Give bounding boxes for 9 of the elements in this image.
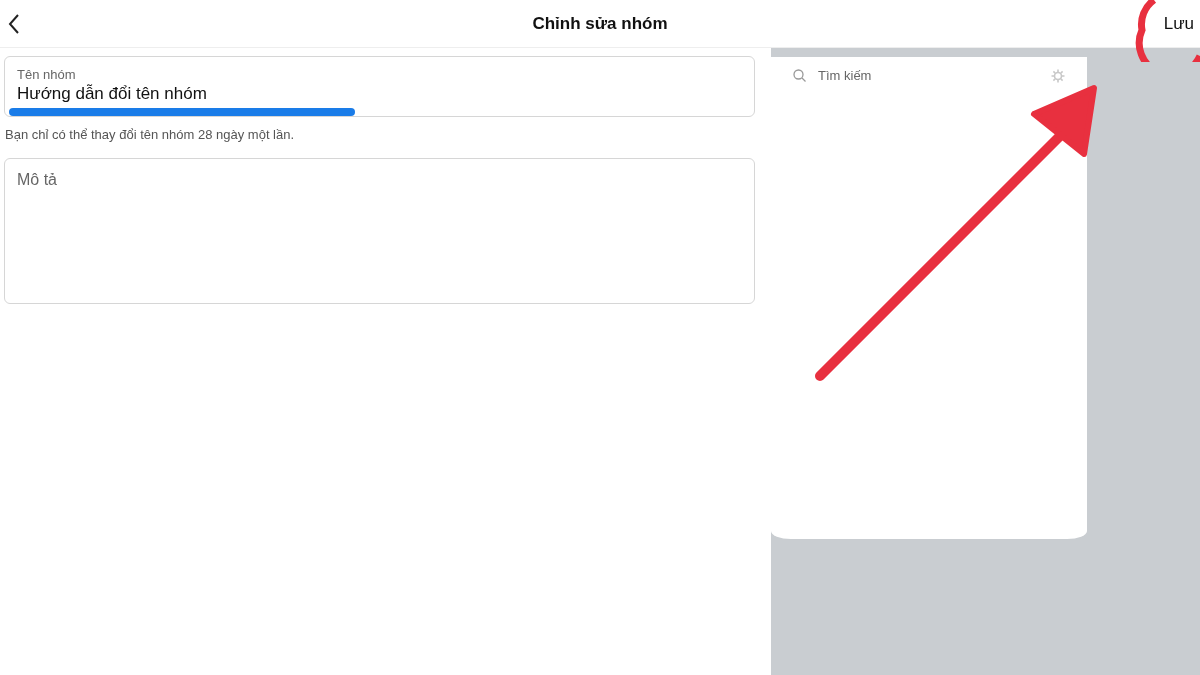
hint-text: Bạn chỉ có thể thay đổi tên nhóm 28 ngày một lần. (5, 127, 296, 142)
page-title: Chỉnh sửa nhóm (532, 13, 668, 34)
save-button[interactable]: Lưu (1163, 9, 1194, 38)
search-icon (793, 69, 806, 82)
description-field[interactable]: Mô tả (4, 158, 755, 304)
back-icon[interactable] (8, 13, 20, 34)
group-name-field[interactable]: Tên nhóm Hướng dẫn đổi tên nhóm (4, 56, 755, 117)
field-label: Tên nhóm (17, 67, 77, 82)
group-name-input[interactable]: Hướng dẫn đổi tên nhóm (17, 82, 742, 110)
